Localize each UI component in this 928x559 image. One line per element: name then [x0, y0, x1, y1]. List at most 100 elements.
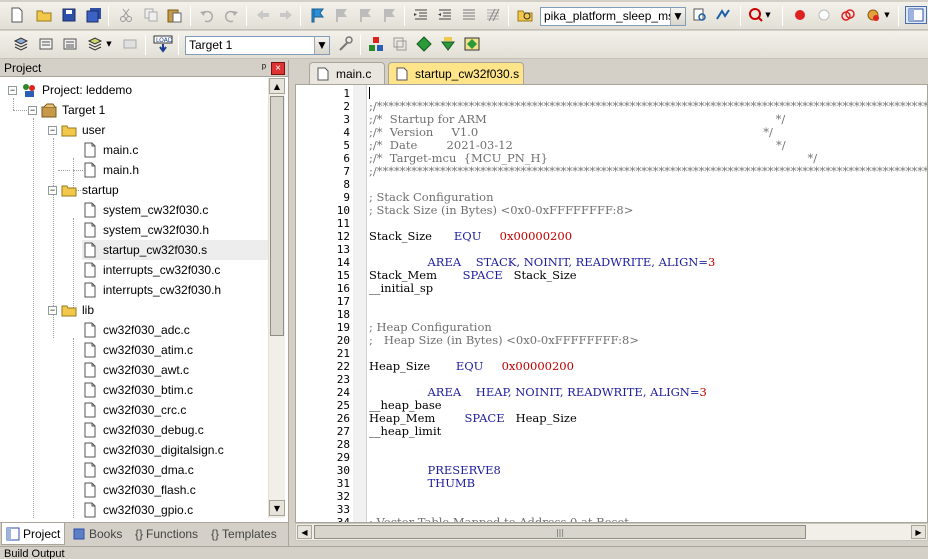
tree-file-item[interactable]: cw32f030_dma.c [82, 460, 194, 480]
tree-file-item[interactable]: main.h [82, 160, 139, 180]
new-file-icon[interactable] [8, 6, 26, 24]
batch-build-icon[interactable] [86, 35, 104, 53]
code-line: ; Heap Size (in Bytes) <0x0-0xFFFFFFFF:8… [369, 334, 639, 347]
scroll-left-icon[interactable]: ◀ [297, 525, 312, 539]
tree-file-label: system_cw32f030.h [103, 223, 210, 237]
project-combo[interactable]: pika_platform_sleep_ms ▼ [540, 7, 686, 26]
manage-components-icon[interactable] [367, 35, 385, 53]
translate-icon[interactable] [12, 35, 30, 53]
target-combo[interactable]: Target 1 ▼ [185, 36, 330, 55]
scroll-up-icon[interactable]: ▲ [269, 78, 285, 94]
tree-file-item[interactable]: main.c [82, 140, 138, 160]
scroll-thumb[interactable] [270, 96, 284, 336]
bookmark-next-icon[interactable] [356, 6, 374, 24]
nav-back-icon[interactable] [254, 6, 272, 24]
collapse-icon[interactable]: − [48, 185, 57, 195]
tree-file-item[interactable]: system_cw32f030.c [82, 200, 208, 220]
collapse-icon[interactable]: − [48, 305, 57, 315]
tree-root[interactable]: − Project: leddemo [8, 80, 132, 100]
tree-file-item[interactable]: interrupts_cw32f030.c [82, 260, 220, 280]
close-icon[interactable]: × [271, 62, 285, 75]
file-icon [84, 402, 96, 418]
undo-icon[interactable] [198, 6, 216, 24]
build-icon[interactable] [37, 35, 55, 53]
pack-installer-icon[interactable] [439, 35, 457, 53]
project-panel: Project ᵖ × − Project: leddemo − Target … [0, 60, 289, 546]
project-scrollbar[interactable]: ▲ ▼ [268, 78, 285, 518]
tree-file-item[interactable]: cw32f030_crc.c [82, 400, 186, 420]
collapse-icon[interactable]: − [28, 105, 37, 115]
kill-breakpoints-icon[interactable] [839, 6, 857, 24]
scroll-down-icon[interactable]: ▼ [269, 500, 285, 516]
indent-icon[interactable] [412, 6, 430, 24]
toolbar-separator [145, 35, 146, 55]
tab-books[interactable]: Books [68, 523, 128, 545]
scroll-thumb[interactable]: ||| [314, 525, 806, 539]
tab-functions[interactable]: {} Functions [131, 523, 206, 545]
pin-icon[interactable]: ᵖ [262, 60, 266, 77]
incremental-find-icon[interactable] [714, 6, 732, 24]
tree-file-item[interactable]: system_cw32f030.h [82, 220, 209, 240]
chevron-down-icon[interactable]: ▼ [104, 35, 114, 53]
tree-group-user[interactable]: − user [48, 120, 105, 140]
tree-file-item[interactable]: cw32f030_digitalsign.c [82, 440, 224, 460]
tree-target[interactable]: − Target 1 [28, 100, 105, 120]
stop-build-icon[interactable] [121, 35, 139, 53]
find-in-files-icon[interactable] [516, 6, 534, 24]
save-all-icon[interactable] [85, 6, 103, 24]
bookmark-prev-icon[interactable] [332, 6, 350, 24]
line-number: 18 [336, 308, 350, 321]
download-icon[interactable]: LOAD [153, 35, 173, 53]
run-icon[interactable] [463, 35, 481, 53]
bookmark-clear-icon[interactable] [380, 6, 398, 24]
tree-file-item[interactable]: startup_cw32f030.s [82, 240, 268, 260]
build-toolbar: ▼ LOAD Target 1 ▼ [0, 31, 928, 59]
collapse-icon[interactable]: − [48, 125, 57, 135]
code-editor[interactable]: 1 2 3 4 5 6 7 8 9 10 11 12 13 14 15 16 17 18 19 20 21 22 23 24 2… [295, 84, 928, 523]
copy-icon[interactable] [142, 6, 160, 24]
line-number: 19 [336, 321, 350, 334]
tree-file-item[interactable]: cw32f030_awt.c [82, 360, 189, 380]
window-icon[interactable] [905, 6, 927, 24]
find-icon[interactable] [691, 6, 709, 24]
comment-icon[interactable] [460, 6, 478, 24]
uncomment-icon[interactable] [484, 6, 502, 24]
line-number: 27 [336, 425, 350, 438]
tree-file-item[interactable]: cw32f030_debug.c [82, 420, 204, 440]
tab-project[interactable]: Project [1, 523, 65, 545]
tree-file-item[interactable]: interrupts_cw32f030.h [82, 280, 221, 300]
editor-hscrollbar[interactable]: ◀ ||| ▶ [295, 523, 928, 541]
tree-file-item[interactable]: cw32f030_gpio.c [82, 500, 193, 518]
collapse-icon[interactable]: − [8, 85, 17, 95]
rebuild-icon[interactable] [61, 35, 79, 53]
redo-icon[interactable] [222, 6, 240, 24]
unindent-icon[interactable] [436, 6, 454, 24]
chevron-down-icon[interactable]: ▼ [882, 6, 892, 24]
open-folder-icon[interactable] [35, 6, 53, 24]
target-options-icon[interactable] [336, 35, 354, 53]
chevron-down-icon[interactable]: ▼ [670, 8, 685, 25]
cut-icon[interactable] [117, 6, 135, 24]
tree-file-item[interactable]: cw32f030_adc.c [82, 320, 190, 340]
tree-file-item[interactable]: cw32f030_atim.c [82, 340, 193, 360]
file-icon [317, 67, 329, 80]
tab-templates[interactable]: {} Templates [207, 523, 287, 545]
tab-main-c[interactable]: main.c [309, 62, 385, 84]
tree-file-item[interactable]: cw32f030_flash.c [82, 480, 196, 500]
paste-icon[interactable] [165, 6, 183, 24]
breakpoint-icon[interactable] [791, 6, 809, 24]
chevron-down-icon[interactable]: ▼ [314, 37, 329, 54]
tab-startup-s[interactable]: startup_cw32f030.s [388, 62, 524, 84]
disable-breakpoint-icon[interactable] [815, 6, 833, 24]
save-icon[interactable] [60, 6, 78, 24]
chevron-down-icon[interactable]: ▼ [763, 6, 773, 24]
manage-packs-icon[interactable] [391, 35, 409, 53]
select-packs-icon[interactable] [415, 35, 433, 53]
tree-file-item[interactable]: cw32f030_btim.c [82, 380, 193, 400]
bookmark-icon[interactable] [308, 6, 326, 24]
configure-icon[interactable] [864, 6, 882, 24]
tree-group-startup[interactable]: − startup [48, 180, 119, 200]
nav-forward-icon[interactable] [277, 6, 295, 24]
scroll-right-icon[interactable]: ▶ [911, 525, 926, 539]
tree-group-lib[interactable]: − lib [48, 300, 94, 320]
